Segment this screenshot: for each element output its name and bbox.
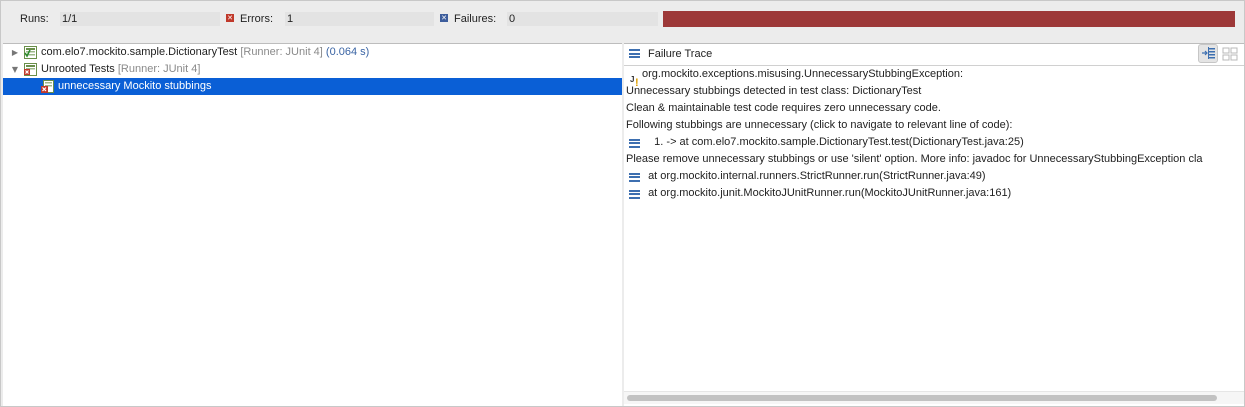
trace-line-exception[interactable]: J ! org.mockito.exceptions.misusing.Unne… bbox=[629, 66, 963, 89]
trace-text: at org.mockito.internal.runners.StrictRu… bbox=[648, 170, 986, 182]
failures-label: Failures: bbox=[454, 13, 497, 25]
runs-value: 1/1 bbox=[60, 12, 220, 26]
tree-item-unnecessary-stubbings[interactable]: unnecessary Mockito stubbings bbox=[3, 78, 622, 95]
errors-value: 1 bbox=[285, 12, 434, 26]
collapse-arrow-icon[interactable]: ▼ bbox=[10, 61, 20, 78]
tree-item-label: Unrooted Tests [Runner: JUnit 4] bbox=[41, 61, 200, 78]
trace-line[interactable]: Please remove unnecessary stubbings or u… bbox=[626, 151, 1203, 167]
expand-arrow-icon[interactable]: ▶ bbox=[10, 44, 20, 61]
compare-results-button[interactable] bbox=[1222, 46, 1238, 62]
horizontal-scrollbar[interactable] bbox=[624, 391, 1244, 404]
suite-name: Unrooted Tests bbox=[41, 63, 115, 75]
stack-frame-icon bbox=[629, 172, 640, 182]
trace-line[interactable]: Clean & maintainable test code requires … bbox=[626, 100, 941, 116]
trace-line[interactable]: Following stubbings are unnecessary (cli… bbox=[626, 117, 1012, 133]
stack-frame-icon bbox=[629, 189, 640, 199]
failure-icon: ✕ bbox=[440, 14, 448, 22]
trace-text: at org.mockito.junit.MockitoJUnitRunner.… bbox=[648, 187, 1012, 199]
test-suite-ok-icon bbox=[24, 46, 37, 59]
filter-stack-trace-button[interactable] bbox=[1198, 44, 1218, 63]
test-suite-error-icon bbox=[24, 63, 37, 76]
runs-label: Runs: bbox=[20, 13, 49, 25]
trace-line-stack-frame[interactable]: at org.mockito.internal.runners.StrictRu… bbox=[626, 168, 986, 184]
trace-line[interactable]: Unnecessary stubbings detected in test c… bbox=[626, 83, 921, 99]
failure-trace-header: Failure Trace bbox=[624, 44, 1244, 66]
test-tree[interactable]: ▶ com.elo7.mockito.sample.DictionaryTest… bbox=[3, 43, 622, 406]
tree-item-label: com.elo7.mockito.sample.DictionaryTest [… bbox=[41, 44, 369, 61]
trace-text: org.mockito.exceptions.misusing.Unnecess… bbox=[642, 68, 963, 80]
scrollbar-thumb[interactable] bbox=[627, 395, 1217, 401]
stack-frame-icon bbox=[629, 138, 640, 148]
runner-label: [Runner: JUnit 4] bbox=[117, 63, 201, 75]
stack-trace-icon bbox=[629, 49, 640, 58]
failures-value: 0 bbox=[507, 12, 658, 26]
trace-line-stack-frame[interactable]: 1. -> at com.elo7.mockito.sample.Diction… bbox=[626, 134, 1024, 150]
error-icon: ✕ bbox=[226, 14, 234, 22]
runner-label: [Runner: JUnit 4] bbox=[240, 46, 323, 58]
suite-name: com.elo7.mockito.sample.DictionaryTest bbox=[41, 46, 238, 58]
trace-text: 1. -> at com.elo7.mockito.sample.Diction… bbox=[648, 136, 1024, 148]
tree-item-unrooted-tests[interactable]: ▼ Unrooted Tests [Runner: JUnit 4] bbox=[3, 61, 622, 78]
errors-label: Errors: bbox=[240, 13, 273, 25]
failure-trace-panel[interactable]: Failure Trace J ! org.mockito.exceptions… bbox=[624, 43, 1244, 406]
elapsed-time: (0.064 s) bbox=[325, 46, 370, 58]
junit-view: Runs: 1/1 ✕ Errors: 1 ✕ Failures: 0 ▶ co… bbox=[0, 0, 1245, 407]
trace-line-stack-frame[interactable]: at org.mockito.junit.MockitoJUnitRunner.… bbox=[626, 185, 1011, 201]
tree-item-dictionary-test[interactable]: ▶ com.elo7.mockito.sample.DictionaryTest… bbox=[3, 44, 622, 61]
failure-trace-title: Failure Trace bbox=[648, 48, 713, 60]
test-progress-bar bbox=[663, 11, 1235, 27]
test-error-icon bbox=[41, 80, 54, 93]
test-name: unnecessary Mockito stubbings bbox=[58, 80, 212, 92]
